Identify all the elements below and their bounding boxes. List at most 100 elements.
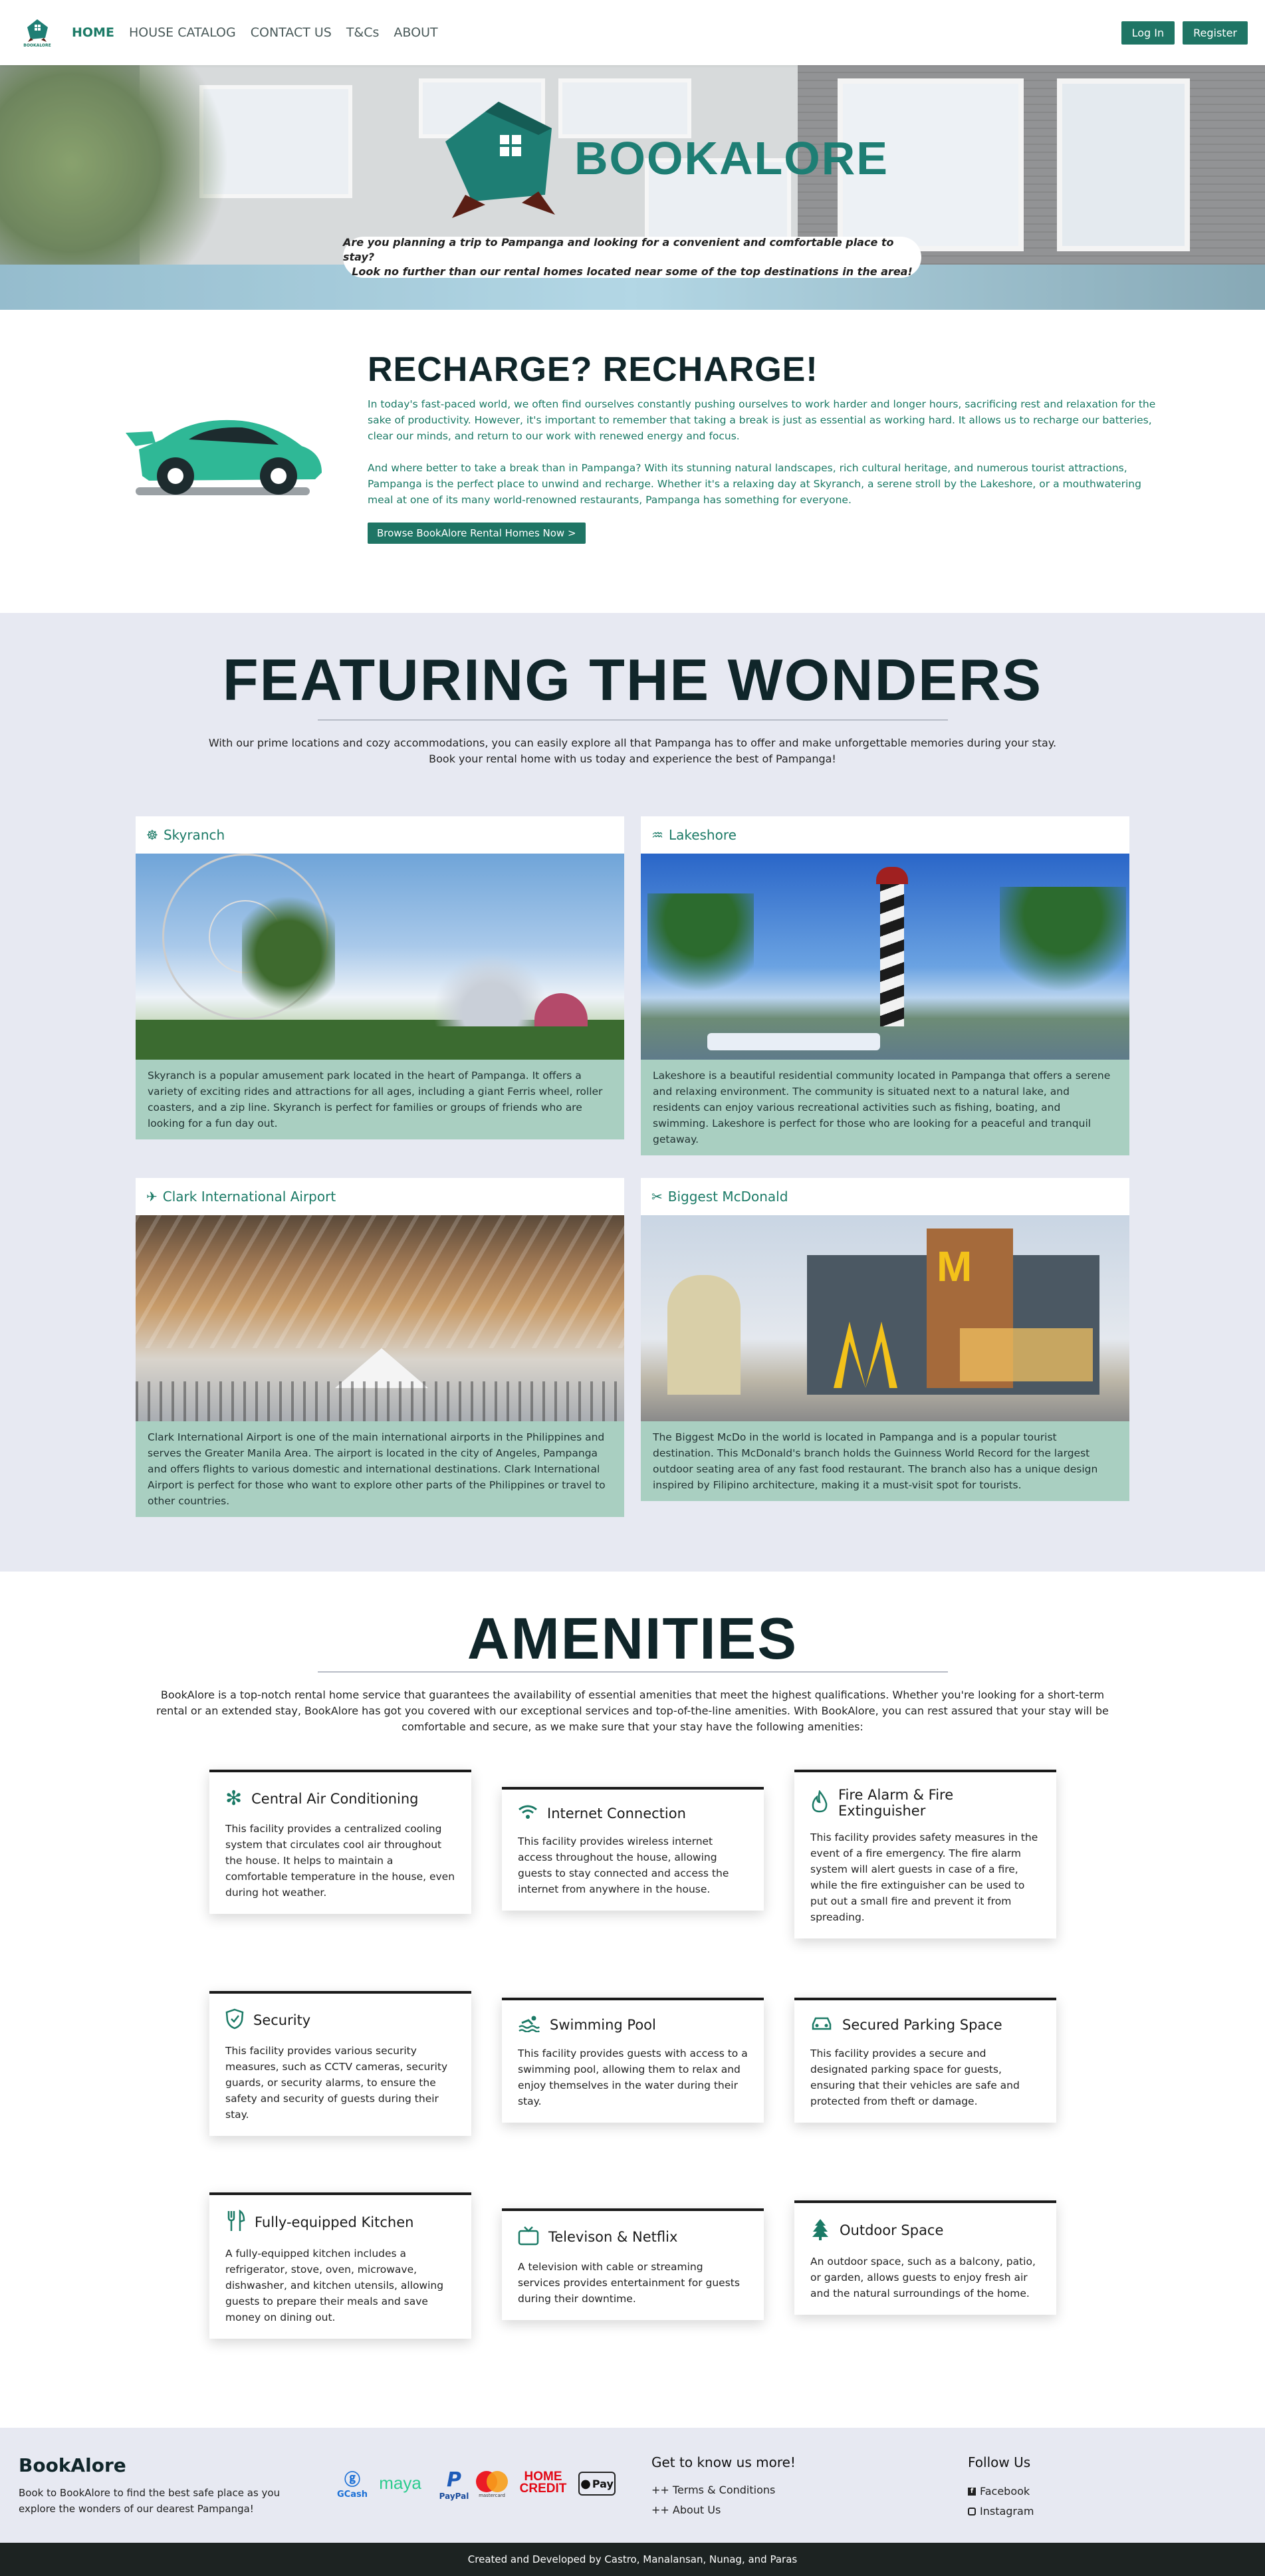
amenity-card-fire-safety: Fire Alarm & Fire Extinguisher This faci… — [794, 1770, 1056, 1938]
hero-tagline-line-1: Are you planning a trip to Pampanga and … — [343, 236, 894, 263]
hero-title: BOOKALORE — [574, 132, 889, 184]
footer-social-facebook[interactable]: f Facebook — [968, 2485, 1030, 2498]
hero-banner: BOOKALORE Are you planning a trip to Pam… — [0, 65, 1265, 310]
nav-auth: Log In Register — [1121, 21, 1248, 45]
nav-link-home[interactable]: HOME — [72, 25, 114, 40]
feature-card-desc: Lakeshore is a beautiful residential com… — [641, 1060, 1129, 1155]
lakeshore-image — [641, 854, 1129, 1060]
house-logo-icon — [445, 102, 555, 218]
nav-link-tcs[interactable]: T&Cs — [346, 25, 380, 40]
shield-icon — [225, 2008, 244, 2032]
maya-logo: maya — [379, 2472, 421, 2493]
nav-links: HOME HOUSE CATALOG CONTACT US T&Cs ABOUT — [72, 25, 438, 40]
amenities-subtitle-2: rental or an extended stay, BookAlore ha… — [156, 1704, 1109, 1717]
feature-card-biggest-mcdonald[interactable]: ✂ Biggest McDonald M The Biggest McDo in … — [641, 1178, 1129, 1501]
amenity-desc: This facility provides various security … — [225, 2045, 448, 2121]
feature-card-title: Biggest McDonald — [667, 1189, 788, 1205]
amenity-desc: A fully-equipped kitchen includes a refr… — [225, 2248, 444, 2323]
navbar: BOOKALORE HOME HOUSE CATALOG CONTACT US … — [0, 0, 1265, 65]
recharge-paragraph-1: In today's fast-paced world, we often fi… — [368, 398, 1156, 442]
amenity-desc: This facility provides a centralized coo… — [225, 1823, 455, 1899]
car-icon — [810, 2015, 833, 2035]
footer-follow-title: Follow Us — [968, 2454, 1031, 2470]
amenity-title: Fully-equipped Kitchen — [255, 2214, 414, 2230]
home-credit-logo: HOME CREDIT — [519, 2470, 567, 2496]
features-subtitle-2: Book your rental home with us today and … — [429, 753, 836, 765]
feature-card-lakeshore[interactable]: ♒ Lakeshore Lakeshore is a beautiful resi… — [641, 816, 1129, 1155]
footer-description: Book to BookAlore to find the best safe … — [19, 2487, 281, 2515]
amenities-subtitle-3: comfortable and secure, as we make sure … — [402, 1720, 863, 1733]
nav-link-about[interactable]: ABOUT — [394, 25, 437, 40]
copyright-text: Created and Developed by Castro, Manalan… — [467, 2553, 798, 2565]
feature-card-title: Lakeshore — [668, 827, 737, 843]
recharge-paragraph-2: And where better to take a break than in… — [368, 462, 1141, 506]
nav-link-house-catalog[interactable]: HOUSE CATALOG — [129, 25, 236, 40]
features-section: FEATURING THE WONDERS With our prime loc… — [0, 613, 1265, 1572]
nav-logo-text: BOOKALORE — [23, 43, 51, 48]
amenity-card-kitchen: Fully-equipped Kitchen A fully-equipped … — [209, 2192, 471, 2339]
amenity-card-parking: Secured Parking Space This facility prov… — [794, 1998, 1056, 2123]
amenity-desc: An outdoor space, such as a balcony, pat… — [810, 2256, 1036, 2299]
amenity-card-outdoor: Outdoor Space An outdoor space, such as … — [794, 2200, 1056, 2315]
skyranch-image — [136, 854, 624, 1060]
footer-social-instagram[interactable]: Instagram — [968, 2505, 1034, 2517]
paypal-logo: P PayPal — [439, 2468, 469, 2501]
feature-card-desc: Skyranch is a popular amusement park loc… — [136, 1060, 624, 1139]
mastercard-logo: mastercard — [472, 2466, 512, 2502]
amenity-desc: This facility provides safety measures i… — [810, 1831, 1038, 1923]
house-logo-icon — [27, 19, 48, 42]
feature-card-title: Skyranch — [163, 827, 225, 843]
features-subtitle-1: With our prime locations and cozy accomm… — [208, 737, 1057, 749]
amenity-desc: A television with cable or streaming ser… — [518, 2261, 740, 2305]
apple-icon: ● — [580, 2476, 591, 2491]
feature-card-clark-airport[interactable]: ✈ Clark International Airport Clark Inter… — [136, 1178, 624, 1517]
gcash-logo: ⓖ GCash — [337, 2470, 368, 2500]
feature-card-title: Clark International Airport — [162, 1189, 336, 1205]
swimmer-icon — [518, 2015, 540, 2035]
utensils-icon — [225, 2209, 245, 2235]
snowflake-icon: ✻ — [225, 1787, 243, 1810]
amenity-desc: This facility provides wireless internet… — [518, 1835, 729, 1895]
footer-know-title: Get to know us more! — [651, 2454, 796, 2470]
facebook-icon: f — [968, 2487, 976, 2496]
login-button[interactable]: Log In — [1121, 21, 1175, 45]
amenity-title: Central Air Conditioning — [251, 1790, 419, 1807]
amenity-title: Outdoor Space — [840, 2222, 944, 2238]
tree-icon — [810, 2218, 830, 2243]
instagram-icon — [968, 2507, 976, 2516]
amenity-title: Televison & Netflix — [548, 2229, 678, 2245]
feature-card-skyranch[interactable]: ☸ Skyranch Skyranch is a popular amusemen… — [136, 816, 624, 1139]
footer: BookAlore Book to BookAlore to find the … — [0, 2428, 1265, 2543]
ferris-wheel-icon: ☸ — [146, 827, 158, 843]
amenity-card-security: Security This facility provides various … — [209, 1991, 471, 2136]
features-title: FEATURING THE WONDERS — [222, 647, 1043, 713]
plane-icon: ✈ — [146, 1189, 158, 1205]
amenities-divider — [318, 1671, 948, 1673]
amenities-subtitle-1: BookAlore is a top-notch rental home ser… — [160, 1689, 1105, 1701]
feature-card-desc: Clark International Airport is one of th… — [136, 1421, 624, 1517]
browse-rentals-button[interactable]: Browse BookAlore Rental Homes Now > — [368, 523, 586, 544]
recharge-title: RECHARGE? RECHARGE! — [368, 350, 818, 389]
car-illustration — [122, 413, 328, 502]
tv-icon — [518, 2226, 539, 2248]
nav-link-contact-us[interactable]: CONTACT US — [251, 25, 332, 40]
amenities-title: AMENITIES — [467, 1605, 798, 1671]
footer-link-terms[interactable]: ++ Terms & Conditions — [651, 2484, 775, 2496]
copyright-bar: Created and Developed by Castro, Manalan… — [0, 2543, 1265, 2576]
apple-pay-logo: ● Pay — [578, 2472, 616, 2496]
hero-logo: BOOKALORE — [439, 95, 889, 221]
register-button[interactable]: Register — [1183, 21, 1248, 45]
footer-link-about[interactable]: ++ About Us — [651, 2504, 721, 2516]
nav-logo[interactable]: BOOKALORE — [17, 13, 57, 53]
hero-tagline-line-2: Look no further than our rental homes lo… — [352, 265, 913, 278]
amenity-title: Swimming Pool — [550, 2017, 656, 2033]
amenity-card-tv: Televison & Netflix A television with ca… — [502, 2208, 764, 2320]
amenity-card-swimming-pool: Swimming Pool This facility provides gue… — [502, 1998, 764, 2123]
amenities-section: AMENITIES BookAlore is a top-notch renta… — [0, 1572, 1265, 2428]
amenity-desc: This facility provides guests with acces… — [518, 2048, 748, 2107]
amenity-card-air-conditioning: ✻ Central Air Conditioning This facility … — [209, 1770, 471, 1914]
amenity-title: Security — [253, 2012, 311, 2028]
recharge-text: RECHARGE? RECHARGE! In today's fast-pace… — [368, 350, 1159, 544]
amenity-title: Secured Parking Space — [842, 2017, 1002, 2033]
clark-airport-image — [136, 1215, 624, 1421]
